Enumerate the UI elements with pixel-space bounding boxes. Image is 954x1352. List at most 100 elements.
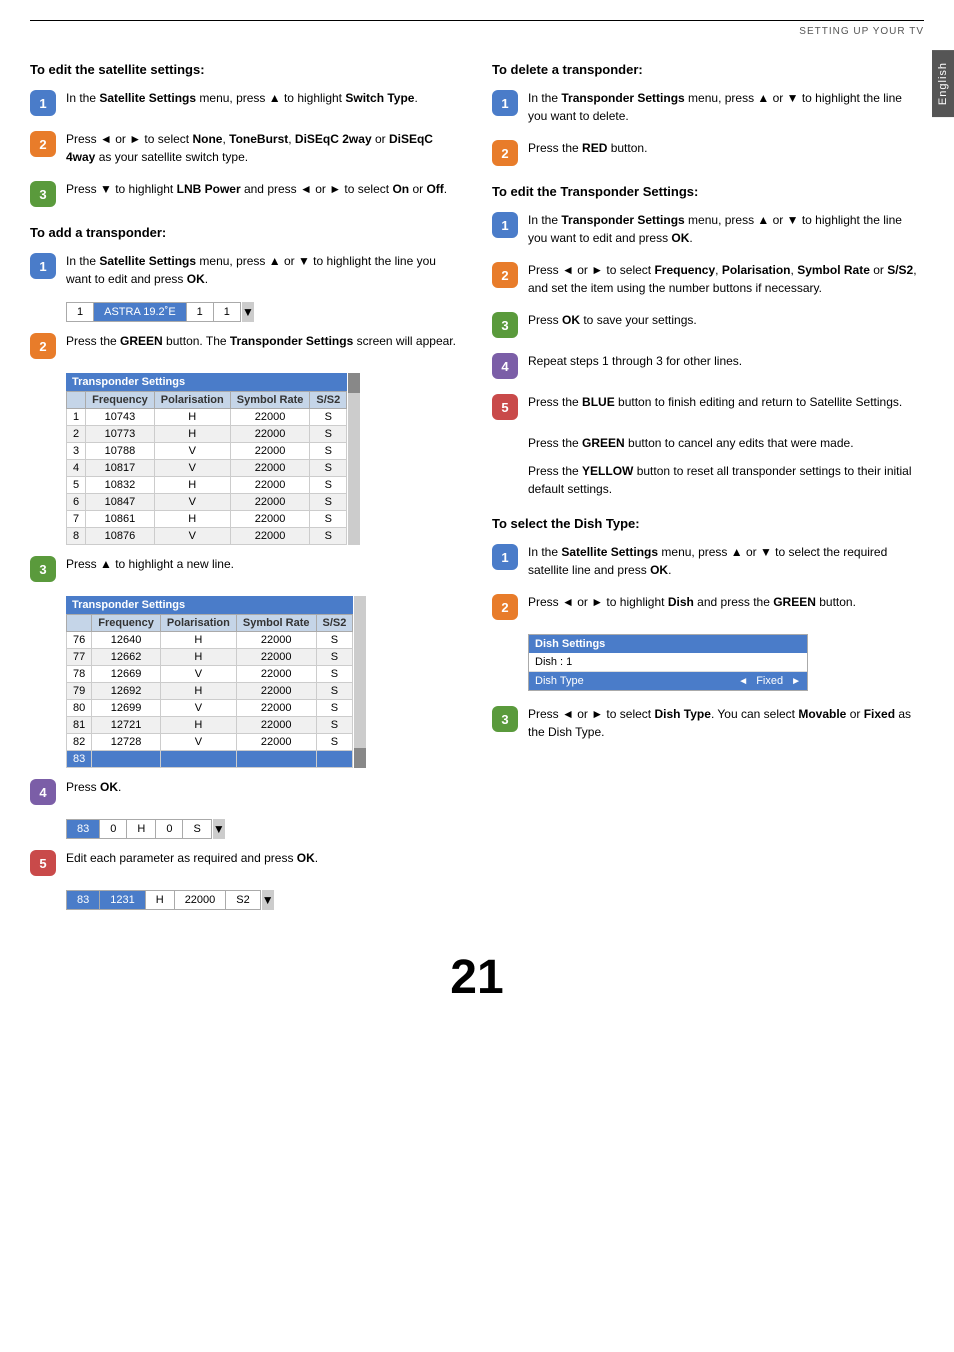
- dish-label-row: Dish : 1: [529, 653, 807, 672]
- right-s2-step-text-5: Press the BLUE button to finish editing …: [528, 393, 924, 411]
- table-row: 210773H22000S: [67, 426, 347, 443]
- sr2-col4: 0: [156, 820, 183, 839]
- sr1-col2: ASTRA 19.2˚E: [94, 303, 187, 322]
- step-text-s2-2: Press the GREEN button. The Transponder …: [66, 332, 462, 350]
- right-s1-step2: 2 Press the RED button.: [492, 139, 924, 166]
- sr3-col5: S2: [226, 891, 260, 910]
- right-s2-step-text-2: Press ◄ or ► to select Frequency, Polari…: [528, 261, 924, 297]
- transponder-inner-1: Transponder Settings Frequency Polarisat…: [66, 373, 347, 545]
- right-s1-step1: 1 In the Transponder Settings menu, pres…: [492, 89, 924, 125]
- right-s2-step-num-4: 4: [492, 353, 518, 379]
- section1-heading: To edit the satellite settings:: [30, 62, 462, 77]
- th-s-1: S/S2: [310, 392, 347, 409]
- dish-settings-container: Dish Settings Dish : 1 Dish Type ◄ Fixed…: [528, 634, 924, 691]
- left-s2-step2: 2 Press the GREEN button. The Transponde…: [30, 332, 462, 359]
- table-row: 310788V22000S: [67, 443, 347, 460]
- right-s3-step-num-3: 3: [492, 706, 518, 732]
- dish-settings-title: Dish Settings: [529, 635, 807, 653]
- step-number-1: 1: [30, 90, 56, 116]
- dish-arrow-right-icon[interactable]: ►: [791, 676, 801, 687]
- right-s3-step-num-1: 1: [492, 544, 518, 570]
- scroll-side-1: [348, 373, 360, 545]
- right-step-text-2: Press the RED button.: [528, 139, 924, 157]
- right-s3-step-num-2: 2: [492, 594, 518, 620]
- single-row-1: 1 ASTRA 19.2˚E 1 1 ▼: [66, 302, 462, 322]
- sr3-col4: 22000: [174, 891, 226, 910]
- th-sym-1: Symbol Rate: [230, 392, 310, 409]
- table-row: 110743H22000S: [67, 409, 347, 426]
- table-row: 7812669V22000S: [67, 666, 353, 683]
- dish-arrow-left-icon[interactable]: ◄: [738, 676, 748, 687]
- sr1-col4: 1: [213, 303, 240, 322]
- page-container: SETTING UP YOUR TV English To edit the s…: [0, 0, 954, 1352]
- step-text-1: In the Satellite Settings menu, press ▲ …: [66, 89, 462, 107]
- right-section2-heading: To edit the Transponder Settings:: [492, 184, 924, 199]
- transponder-table-1: Frequency Polarisation Symbol Rate S/S2 …: [66, 391, 347, 545]
- transponder-inner-2: Transponder Settings Frequency Polarisat…: [66, 596, 353, 768]
- right-s2-step-num-2: 2: [492, 262, 518, 288]
- table-row: 8212728V22000S: [67, 734, 353, 751]
- scroll-side-2: [354, 596, 366, 768]
- header-title: SETTING UP YOUR TV: [799, 26, 924, 37]
- right-column: To delete a transponder: 1 In the Transp…: [492, 62, 924, 920]
- dish-type-label: Dish Type: [535, 675, 738, 687]
- right-s2-step-num-5: 5: [492, 394, 518, 420]
- single-row-table-2: 83 0 H 0 S: [66, 819, 212, 839]
- right-section3-heading: To select the Dish Type:: [492, 516, 924, 531]
- right-section1-heading: To delete a transponder:: [492, 62, 924, 77]
- transponder-table-2: Frequency Polarisation Symbol Rate S/S2 …: [66, 614, 353, 768]
- left-s2-step3: 3 Press ▲ to highlight a new line.: [30, 555, 462, 582]
- sr1-col1: 1: [67, 303, 94, 322]
- scroll-thumb-2: [354, 748, 366, 768]
- right-s2-step-text-3: Press OK to save your settings.: [528, 311, 924, 329]
- step-text-s2-4: Press OK.: [66, 778, 462, 796]
- right-s2-note2: Press the YELLOW button to reset all tra…: [528, 462, 924, 498]
- page-number: 21: [30, 950, 924, 1005]
- table-row: 8112721H22000S: [67, 717, 353, 734]
- step-number-s2-1: 1: [30, 253, 56, 279]
- th-num-1: [67, 392, 86, 409]
- sr2-col3: H: [127, 820, 156, 839]
- sr3-col3: H: [145, 891, 174, 910]
- section2-heading: To add a transponder:: [30, 225, 462, 240]
- right-s2-step4: 4 Repeat steps 1 through 3 for other lin…: [492, 352, 924, 379]
- single-row-table-3: 83 1231 H 22000 S2: [66, 890, 261, 910]
- right-s2-step-text-4: Repeat steps 1 through 3 for other lines…: [528, 352, 924, 370]
- step-number-s2-4: 4: [30, 779, 56, 805]
- right-s3-step-text-2: Press ◄ or ► to highlight Dish and press…: [528, 593, 924, 611]
- table-row: 83: [67, 751, 353, 768]
- right-step-number-1: 1: [492, 90, 518, 116]
- single-row-3: 83 1231 H 22000 S2 ▼: [66, 890, 462, 910]
- right-s2-step3: 3 Press OK to save your settings.: [492, 311, 924, 338]
- th-pol-2: Polarisation: [160, 615, 236, 632]
- left-column: To edit the satellite settings: 1 In the…: [30, 62, 462, 920]
- sr3-col1: 83: [67, 891, 100, 910]
- right-s2-step-text-1: In the Transponder Settings menu, press …: [528, 211, 924, 247]
- scroll-indicator-3: ▼: [262, 890, 274, 910]
- right-s3-step-text-1: In the Satellite Settings menu, press ▲ …: [528, 543, 924, 579]
- right-step-text-1: In the Transponder Settings menu, press …: [528, 89, 924, 125]
- page-header: SETTING UP YOUR TV: [30, 20, 924, 42]
- sr3-col2: 1231: [100, 891, 145, 910]
- right-s3-step1: 1 In the Satellite Settings menu, press …: [492, 543, 924, 579]
- table-row: 610847V22000S: [67, 494, 347, 511]
- left-s1-step3: 3 Press ▼ to highlight LNB Power and pre…: [30, 180, 462, 207]
- sr2-col1: 83: [67, 820, 100, 839]
- th-freq-1: Frequency: [86, 392, 155, 409]
- single-row-2: 83 0 H 0 S ▼: [66, 819, 462, 839]
- right-step-number-2: 2: [492, 140, 518, 166]
- left-s1-step1: 1 In the Satellite Settings menu, press …: [30, 89, 462, 116]
- right-s2-step1: 1 In the Transponder Settings menu, pres…: [492, 211, 924, 247]
- right-s3-step3: 3 Press ◄ or ► to select Dish Type. You …: [492, 705, 924, 741]
- table-row: 810876V22000S: [67, 528, 347, 545]
- th-freq-2: Frequency: [92, 615, 161, 632]
- transponder-block-1: Transponder Settings Frequency Polarisat…: [66, 373, 462, 545]
- single-row-table-1: 1 ASTRA 19.2˚E 1 1: [66, 302, 241, 322]
- right-s2-step-num-3: 3: [492, 312, 518, 338]
- th-pol-1: Polarisation: [154, 392, 230, 409]
- step-number-2: 2: [30, 131, 56, 157]
- transponder-block-2: Transponder Settings Frequency Polarisat…: [66, 596, 462, 768]
- table-row: 7712662H22000S: [67, 649, 353, 666]
- step-number-3: 3: [30, 181, 56, 207]
- th-s-2: S/S2: [316, 615, 353, 632]
